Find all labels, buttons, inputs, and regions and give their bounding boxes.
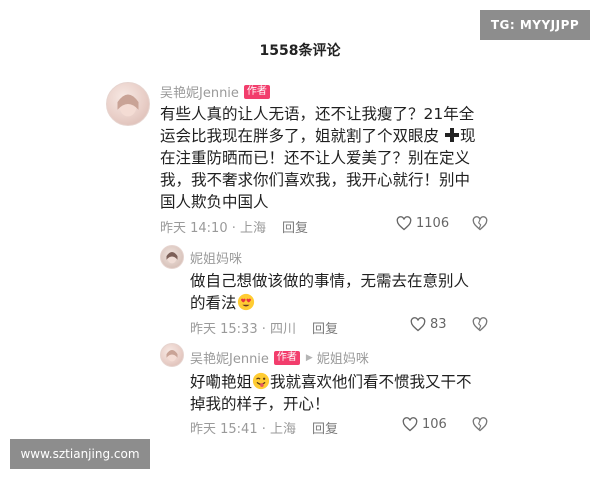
comment-time-location: 昨天 14:10 · 上海	[160, 221, 266, 236]
comment-text: 做自己想做该做的事情，无需去在意别人 的看法	[190, 270, 490, 314]
heart-outline-icon	[410, 317, 426, 332]
comment-line: 掉我的样子，开心！	[190, 395, 330, 413]
broken-heart-icon	[472, 417, 488, 432]
like-button[interactable]: 83	[410, 317, 447, 332]
avatar[interactable]	[106, 82, 150, 126]
dislike-button[interactable]	[472, 216, 488, 235]
author-badge: 作者	[243, 84, 270, 99]
comment-line-text: 我就喜欢他们看不惯我又干不	[270, 373, 472, 391]
author-badge: 作者	[273, 350, 300, 365]
comment-meta: 昨天 15:41 · 上海 回复	[190, 418, 338, 437]
heart-outline-icon	[396, 216, 412, 231]
like-count: 1106	[416, 216, 450, 231]
author-name[interactable]: 吴艳妮Jennie	[190, 348, 269, 367]
reply-button[interactable]: 回复	[282, 217, 308, 236]
like-count: 106	[422, 417, 447, 432]
comment-author-row: 吴艳妮Jennie 作者 ▶ 妮姐妈咪	[190, 348, 369, 367]
comment-line: 做自己想做该做的事情，无需去在意别人	[190, 272, 470, 290]
author-name[interactable]: 吴艳妮Jennie	[160, 82, 239, 101]
avatar-image	[166, 251, 178, 264]
comment-time-location: 昨天 15:41 · 上海	[190, 422, 296, 437]
dislike-button[interactable]	[472, 317, 488, 336]
comment-line-text: 的看法	[190, 294, 237, 312]
comment-meta: 昨天 15:33 · 四川 回复	[190, 318, 338, 337]
comment-text: 好嘞艳姐 我就喜欢他们看不惯我又干不 掉我的样子，开心！	[190, 371, 490, 415]
reply-button[interactable]: 回复	[312, 418, 338, 437]
comment-author-row: 吴艳妮Jennie 作者	[160, 82, 270, 101]
broken-heart-icon	[472, 317, 488, 332]
reply-arrow-icon: ▶	[305, 352, 313, 363]
comment-line: 有些人真的让人无语，还不让我瘦了？21年全	[160, 105, 475, 123]
comment-count-title: 1558条评论	[259, 43, 341, 59]
avatar[interactable]	[160, 343, 184, 367]
watermark-top-right: TG: MYYJJPP	[480, 10, 590, 40]
dislike-button[interactable]	[472, 417, 488, 436]
comment-author-row: 妮姐妈咪	[190, 248, 242, 267]
comment-line-text: 现	[459, 127, 476, 145]
avatar[interactable]	[160, 245, 184, 269]
heart-outline-icon	[402, 417, 418, 432]
plus-icon	[444, 128, 459, 142]
comment-line: 运会比我现在胖多了，姐就割了个双眼皮 现	[160, 125, 490, 147]
comment-text: 有些人真的让人无语，还不让我瘦了？21年全 运会比我现在胖多了，姐就割了个双眼皮…	[160, 103, 490, 213]
comment-line-text: 运会比我现在胖多了，姐就割了个双眼皮	[160, 127, 440, 145]
comment-line: 我，我不奢求你们喜欢我，我开心就行！别中	[160, 171, 471, 189]
comment-time-location: 昨天 15:33 · 四川	[190, 322, 296, 337]
comment-line-text: 好嘞艳姐	[190, 373, 253, 391]
comment-line: 在注重防晒而已！还不让人爱美了？别在定义	[160, 149, 471, 167]
comment-line: 国人欺负中国人	[160, 193, 269, 211]
reply-button[interactable]: 回复	[312, 318, 338, 337]
like-count: 83	[430, 317, 447, 332]
winking-tongue-emoji	[252, 372, 270, 390]
watermark-bottom-left: www.sztianjing.com	[10, 439, 150, 469]
avatar-image	[117, 94, 139, 117]
reply-to-name[interactable]: 妮姐妈咪	[317, 348, 369, 367]
broken-heart-icon	[472, 216, 488, 231]
like-button[interactable]: 1106	[396, 216, 449, 231]
comment-line: 的看法	[190, 292, 490, 314]
avatar-image	[166, 349, 178, 362]
comment-meta: 昨天 14:10 · 上海 回复	[160, 217, 308, 236]
like-button[interactable]: 106	[402, 417, 447, 432]
heart-eyes-emoji	[237, 293, 254, 311]
author-name[interactable]: 妮姐妈咪	[190, 248, 242, 267]
comment-line: 好嘞艳姐 我就喜欢他们看不惯我又干不	[190, 371, 490, 393]
